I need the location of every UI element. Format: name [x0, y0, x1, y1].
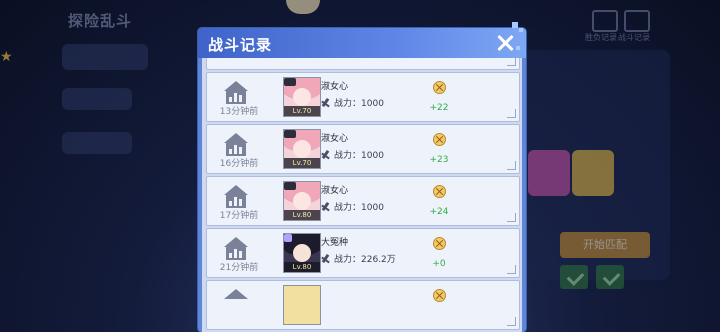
record-time: 21分钟前 [219, 263, 259, 273]
dialog-title: 战斗记录 [208, 36, 273, 54]
record-list[interactable]: 13分钟前 Lv.70 淑女心 战力：1000 +22 16分钟前 Lv.70 … [202, 58, 522, 332]
sword-icon [321, 202, 330, 211]
power-label: 战力： [334, 99, 362, 109]
battle-record-icon[interactable] [624, 10, 650, 32]
player-name: 淑女心 [321, 186, 349, 196]
pixel-decoration [512, 22, 518, 28]
record-row: 17分钟前 Lv.80 淑女心 战力：1000 +24 [206, 176, 520, 226]
power-label: 战力： [334, 151, 362, 161]
score-delta: +24 [429, 207, 449, 217]
player-name: 淑女心 [321, 134, 349, 144]
stats-icon [223, 81, 249, 105]
avatar[interactable]: Lv.70 [283, 77, 321, 117]
power-value: 1000 [361, 99, 384, 109]
crossed-swords-medal-icon [433, 133, 446, 146]
reward-card-1 [528, 150, 570, 196]
avatar[interactable]: Lv.70 [283, 129, 321, 169]
level-badge: Lv.70 [284, 158, 320, 168]
power-value: 226.2万 [361, 255, 396, 265]
record-row: 21分钟前 Lv.80 大冤种 战力：226.2万 +0 [206, 228, 520, 278]
sword-icon [321, 150, 330, 159]
stats-icon [223, 289, 249, 313]
avatar[interactable]: Lv.80 [283, 233, 321, 273]
avatar[interactable] [283, 285, 321, 325]
score-delta: +0 [432, 259, 446, 269]
win-record-label: 胜负记录 [585, 33, 617, 42]
reward-card-2 [572, 150, 614, 196]
stats-icon [223, 237, 249, 261]
check-icon [560, 265, 588, 289]
crossed-swords-medal-icon [433, 185, 446, 198]
crossed-swords-medal-icon [433, 289, 446, 302]
star-icon: ★ [0, 49, 13, 65]
dialog-header: 战斗记录 [198, 28, 526, 58]
player-name: 淑女心 [321, 82, 349, 92]
close-icon[interactable] [494, 32, 516, 54]
level-badge: Lv.70 [284, 106, 320, 116]
record-time: 17分钟前 [219, 211, 259, 221]
level-badge: Lv.80 [284, 262, 320, 272]
player-name: 大冤种 [321, 238, 349, 248]
power-label: 战力： [334, 255, 362, 265]
check-icon [596, 265, 624, 289]
crossed-swords-medal-icon [433, 81, 446, 94]
record-time: 16分钟前 [219, 159, 259, 169]
power-line: 战力：1000 [321, 148, 384, 161]
level-badge: Lv.80 [284, 210, 320, 220]
sword-icon [321, 254, 330, 263]
record-row: 16分钟前 Lv.70 淑女心 战力：1000 +23 [206, 124, 520, 174]
battle-record-dialog: 战斗记录 13分钟前 Lv.70 淑女心 战力：1000 +22 16分钟前 L… [198, 22, 526, 332]
power-line: 战力：226.2万 [321, 252, 396, 265]
sword-icon [321, 98, 330, 107]
pixel-decoration [519, 28, 523, 32]
left-tab-1[interactable] [62, 44, 148, 70]
record-time: 13分钟前 [219, 107, 259, 117]
avatar[interactable]: Lv.80 [283, 181, 321, 221]
pixel-decoration [516, 46, 520, 50]
battle-record-label: 战斗记录 [618, 33, 650, 42]
power-label: 战力： [334, 203, 362, 213]
power-line: 战力：1000 [321, 96, 384, 109]
crossed-swords-medal-icon [433, 237, 446, 250]
left-tab-2[interactable] [62, 88, 132, 110]
power-value: 1000 [361, 151, 384, 161]
win-record-icon[interactable] [592, 10, 618, 32]
record-row-partial [206, 58, 520, 70]
start-match-button[interactable]: 开始匹配 [560, 232, 650, 258]
score-delta: +23 [429, 155, 449, 165]
record-row-partial [206, 280, 520, 330]
mode-title: 探险乱斗 [68, 12, 133, 30]
power-value: 1000 [361, 203, 384, 213]
power-line: 战力：1000 [321, 200, 384, 213]
left-tab-3[interactable] [62, 132, 132, 154]
score-delta: +22 [429, 103, 449, 113]
stats-icon [223, 133, 249, 157]
record-row: 13分钟前 Lv.70 淑女心 战力：1000 +22 [206, 72, 520, 122]
stats-icon [223, 185, 249, 209]
